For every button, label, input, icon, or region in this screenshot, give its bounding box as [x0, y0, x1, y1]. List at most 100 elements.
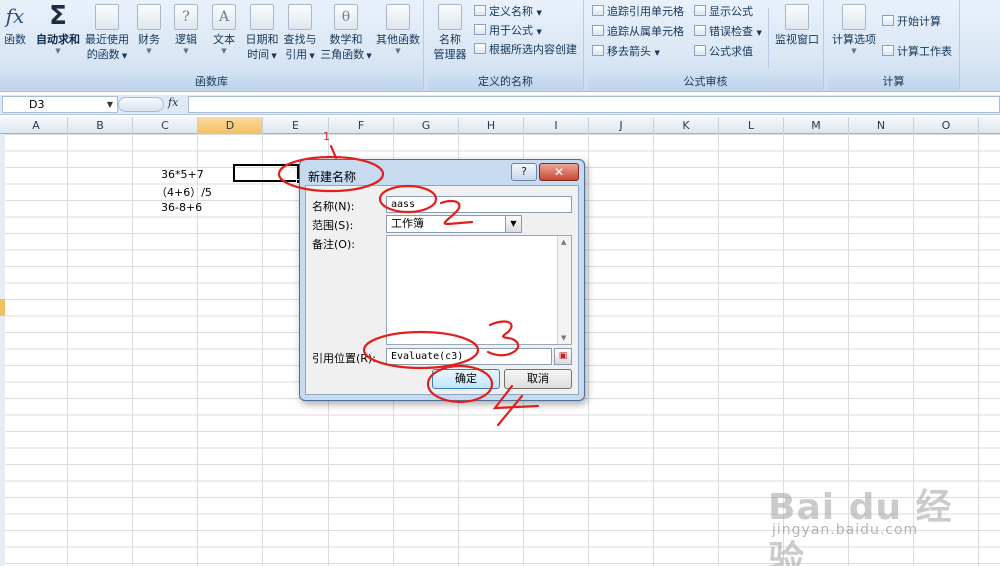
active-cell-d3[interactable]	[233, 164, 301, 184]
name-field[interactable]: aass	[386, 196, 572, 213]
insert-function-button[interactable]: fx 函数	[0, 2, 30, 47]
evaluate-formula-button[interactable]: 公式求值	[694, 44, 753, 60]
comment-label: 备注(O):	[312, 238, 355, 251]
group-function-library: fx 函数 Σ 自动求和 ▼ 最近使用 的函数 ▼ 财务 ▼ ? 逻辑 ▼ A …	[0, 0, 424, 92]
column-header-l[interactable]: L	[719, 117, 784, 134]
logical-button[interactable]: ? 逻辑 ▼	[170, 2, 202, 55]
group-label-defined-names: 定义的名称	[428, 74, 583, 90]
show-formulas-button[interactable]: 显示公式	[694, 4, 753, 20]
text-icon: A	[212, 4, 236, 30]
help-button[interactable]: ?	[511, 163, 537, 181]
formula-bar: D3 ▼ fx	[0, 95, 1000, 115]
recent-functions-button[interactable]: 最近使用 的函数 ▼	[84, 2, 130, 64]
chevron-down-icon: ▼	[146, 47, 152, 55]
math-button[interactable]: θ 数学和 三角函数 ▼	[320, 2, 372, 64]
chevron-down-icon[interactable]: ▼	[107, 97, 113, 112]
chevron-down-icon: ▼	[183, 47, 189, 55]
grid-line	[67, 134, 68, 566]
chevron-down-icon: ▼	[851, 47, 857, 55]
lookup-button[interactable]: 查找与 引用 ▼	[282, 2, 318, 64]
column-header-h[interactable]: H	[459, 117, 524, 134]
grid-line	[718, 134, 719, 566]
watermark: Bai du 经验 jingyan.baidu.com	[768, 470, 958, 566]
text-button[interactable]: A 文本 ▼	[208, 2, 240, 55]
use-in-formula-button[interactable]: 用于公式 ▼	[474, 23, 542, 40]
calculator-icon	[842, 4, 866, 30]
chevron-down-icon: ▼	[221, 47, 227, 55]
column-header-k[interactable]: K	[654, 117, 719, 134]
watch-window-icon	[785, 4, 809, 30]
fx-icon: fx	[5, 4, 25, 28]
group-label-auditing: 公式审核	[588, 74, 823, 90]
remove-arrows-button[interactable]: 移去箭头 ▼	[592, 44, 660, 61]
financial-button[interactable]: 财务 ▼	[134, 2, 164, 55]
dialog-title: 新建名称	[308, 170, 357, 184]
watermark-url: jingyan.baidu.com	[772, 522, 919, 538]
question-icon: ?	[174, 4, 198, 30]
column-header-b[interactable]: B	[68, 117, 133, 134]
grid-line	[978, 134, 979, 566]
name-manager-icon	[438, 4, 462, 30]
comment-textarea[interactable]: ▲ ▼	[386, 235, 572, 345]
cancel-button[interactable]: 取消	[504, 369, 572, 389]
column-header-a[interactable]: A	[5, 117, 68, 134]
collapse-dialog-icon[interactable]: ▣	[554, 348, 572, 365]
column-header-f[interactable]: F	[329, 117, 394, 134]
formula-input[interactable]	[188, 96, 1000, 113]
group-formula-auditing: 追踪引用单元格 追踪从属单元格 移去箭头 ▼ 显示公式 错误检查 ▼ 公式求值 …	[588, 0, 824, 92]
scope-label: 范围(S):	[312, 219, 354, 232]
sigma-icon: Σ	[49, 1, 67, 31]
name-box[interactable]: D3 ▼	[2, 96, 118, 113]
divider	[768, 8, 769, 68]
insert-function-icon[interactable]: fx	[168, 96, 178, 109]
column-header-d[interactable]: D	[198, 117, 263, 134]
cell-c3[interactable]: 36*5+7	[161, 168, 204, 181]
more-functions-button[interactable]: 其他函数 ▼	[374, 2, 422, 55]
calc-now-button[interactable]: 开始计算	[882, 14, 941, 30]
scrollbar[interactable]: ▲ ▼	[557, 236, 571, 344]
grid-line	[653, 134, 654, 566]
datetime-button[interactable]: 日期和 时间 ▼	[244, 2, 280, 64]
error-check-icon	[694, 25, 706, 36]
column-header-j[interactable]: J	[589, 117, 654, 134]
trace-dependents-button[interactable]: 追踪从属单元格	[592, 24, 684, 40]
theta-icon: θ	[334, 4, 358, 30]
grid-line	[588, 134, 589, 566]
tag-icon	[474, 5, 486, 16]
calc-options-button[interactable]: 计算选项 ▼	[830, 2, 878, 55]
cell-c5[interactable]: 36-8+6	[161, 201, 202, 214]
column-header-m[interactable]: M	[784, 117, 849, 134]
group-label-calculation: 计算	[828, 74, 959, 90]
column-header-g[interactable]: G	[394, 117, 459, 134]
define-name-button[interactable]: 定义名称 ▼	[474, 4, 542, 21]
column-header-i[interactable]: I	[524, 117, 589, 134]
name-label: 名称(N):	[312, 200, 355, 213]
column-header-n[interactable]: N	[849, 117, 914, 134]
formula-bar-buttons[interactable]	[118, 97, 164, 112]
column-header-e[interactable]: E	[263, 117, 329, 134]
column-header-c[interactable]: C	[133, 117, 198, 134]
calendar-icon	[250, 4, 274, 30]
scope-select[interactable]: 工作簿 ▼	[386, 215, 522, 233]
name-manager-button[interactable]: 名称 管理器	[430, 2, 470, 62]
group-label-function-library: 函数库	[0, 74, 423, 90]
trace-precedents-button[interactable]: 追踪引用单元格	[592, 4, 684, 20]
scroll-up-icon[interactable]: ▲	[561, 238, 566, 246]
chevron-down-icon: ▼	[395, 47, 401, 55]
grid-icon	[474, 43, 486, 54]
chevron-down-icon[interactable]: ▼	[505, 216, 521, 232]
close-button[interactable]: ✕	[539, 163, 579, 181]
scroll-down-icon[interactable]: ▼	[561, 334, 566, 342]
calc-sheet-button[interactable]: 计算工作表	[882, 44, 952, 60]
create-from-selection-button[interactable]: 根据所选内容创建	[474, 42, 577, 58]
error-checking-button[interactable]: 错误检查 ▼	[694, 24, 762, 41]
cell-c4[interactable]: （4+6）/5	[156, 184, 212, 200]
ok-button[interactable]: 确定	[432, 369, 500, 389]
refers-to-field[interactable]: Evaluate(c3)	[386, 348, 552, 365]
watch-window-button[interactable]: 监视窗口	[772, 2, 822, 47]
autosum-button[interactable]: Σ 自动求和 ▼	[34, 2, 82, 55]
ribbon: fx 函数 Σ 自动求和 ▼ 最近使用 的函数 ▼ 财务 ▼ ? 逻辑 ▼ A …	[0, 0, 1000, 92]
column-header-o[interactable]: O	[914, 117, 979, 134]
trace-dependents-icon	[592, 25, 604, 36]
financial-icon	[137, 4, 161, 30]
